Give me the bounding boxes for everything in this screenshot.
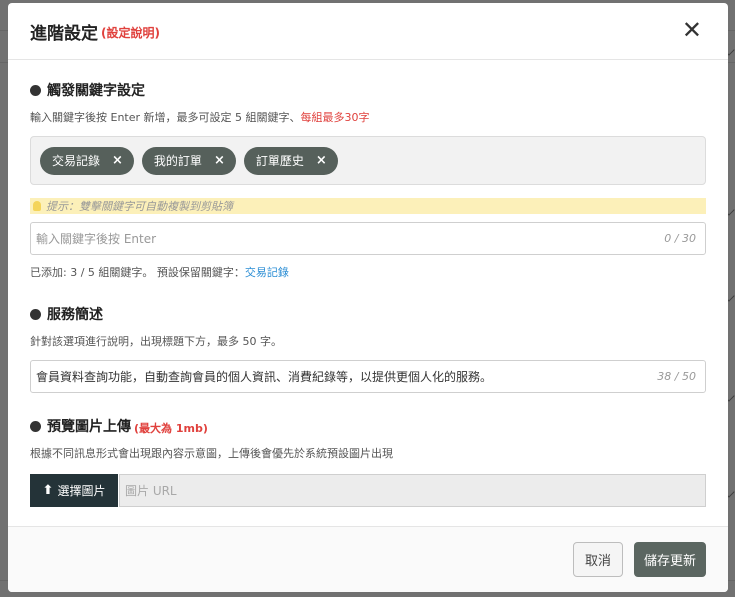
description-value: 會員資料查詢功能，自動查詢會員的個人資訊、消費紀錄等，以提供更個人化的服務。 xyxy=(36,370,493,384)
reserved-keyword-link[interactable]: 交易記錄 xyxy=(245,266,289,279)
close-icon[interactable]: ✕ xyxy=(682,18,702,42)
upload-icon: ⬆ xyxy=(42,483,54,498)
bullet-icon xyxy=(30,84,41,96)
description-char-counter: 38 / 50 xyxy=(657,370,696,383)
image-upload-hint: 根據不同訊息形式會出現跟內容示意圖，上傳後會優先於系統預設圖片出現 xyxy=(30,447,393,460)
choose-image-label: 選擇圖片 xyxy=(57,484,106,498)
description-heading: 服務簡述 xyxy=(47,307,103,323)
image-upload-row: ⬆ 選擇圖片 圖片 URL xyxy=(30,474,706,507)
remove-tag-icon[interactable]: × xyxy=(214,153,225,168)
save-update-button[interactable]: 儲存更新 xyxy=(634,542,706,577)
description-section-title: 服務簡述 xyxy=(30,304,706,324)
keywords-hint-text: 輸入關鍵字後按 Enter 新增，最多可設定 5 組關鍵字、 xyxy=(30,111,301,124)
choose-image-button[interactable]: ⬆ 選擇圖片 xyxy=(30,474,118,507)
keyword-tag[interactable]: 我的訂單 × xyxy=(141,146,236,175)
description-hint: 針對該選項進行說明，出現標題下方，最多 50 字。 xyxy=(30,335,282,348)
keyword-tag-label: 訂單歷史 xyxy=(255,154,304,168)
keyword-tag[interactable]: 訂單歷史 × xyxy=(243,146,338,175)
lightbulb-icon xyxy=(33,201,41,211)
keyword-tag[interactable]: 交易記錄 × xyxy=(40,146,134,175)
image-upload-section-title: 預覽圖片上傳 (最大為 1mb) xyxy=(30,416,706,436)
copy-tip-text: 提示：雙擊關鍵字可自動複製到剪貼簿 xyxy=(46,200,233,213)
keyword-char-counter: 0 / 30 xyxy=(664,232,696,245)
keywords-status-text: 已添加: 3 / 5 組關鍵字。 預設保留關鍵字： xyxy=(30,266,245,279)
keywords-heading: 觸發關鍵字設定 xyxy=(47,83,145,99)
keyword-input[interactable]: 輸入關鍵字後按 Enter 0 / 30 xyxy=(30,222,706,255)
advanced-settings-modal: 進階設定 (設定說明) ✕ 觸發關鍵字設定 輸入關鍵字後按 Enter 新增，最… xyxy=(8,3,728,592)
description-input[interactable]: 會員資料查詢功能，自動查詢會員的個人資訊、消費紀錄等，以提供更個人化的服務。 3… xyxy=(30,360,706,393)
keywords-status: 已添加: 3 / 5 組關鍵字。 預設保留關鍵字：交易記錄 xyxy=(30,264,706,280)
image-url-field[interactable]: 圖片 URL xyxy=(119,474,706,507)
keywords-hint: 輸入關鍵字後按 Enter 新增，最多可設定 5 組關鍵字、每組最多30字 xyxy=(30,109,706,125)
keyword-tag-label: 我的訂單 xyxy=(153,154,202,168)
keyword-tag-label: 交易記錄 xyxy=(52,154,101,168)
modal-header: 進階設定 (設定說明) ✕ xyxy=(8,3,728,60)
bullet-icon xyxy=(30,420,41,432)
remove-tag-icon[interactable]: × xyxy=(112,153,123,168)
cancel-button[interactable]: 取消 xyxy=(573,542,623,577)
modal-body: 觸發關鍵字設定 輸入關鍵字後按 Enter 新增，最多可設定 5 組關鍵字、每組… xyxy=(8,80,728,507)
keyword-tags-container: 交易記錄 × 我的訂單 × 訂單歷史 × xyxy=(30,136,706,185)
settings-help-link[interactable]: (設定說明) xyxy=(101,24,160,41)
image-upload-heading: 預覽圖片上傳 xyxy=(47,419,131,435)
keyword-input-placeholder: 輸入關鍵字後按 Enter xyxy=(36,232,157,246)
copy-tip-bar: 提示：雙擊關鍵字可自動複製到剪貼簿 xyxy=(30,198,706,214)
keywords-hint-limit: 每組最多30字 xyxy=(300,111,370,124)
modal-footer: 取消 儲存更新 xyxy=(8,526,728,592)
image-url-placeholder: 圖片 URL xyxy=(125,484,177,498)
image-size-note: (最大為 1mb) xyxy=(134,421,208,435)
bullet-icon xyxy=(30,308,41,320)
modal-title: 進階設定 xyxy=(30,23,98,44)
keywords-section-title: 觸發關鍵字設定 xyxy=(30,80,706,100)
remove-tag-icon[interactable]: × xyxy=(316,153,327,168)
